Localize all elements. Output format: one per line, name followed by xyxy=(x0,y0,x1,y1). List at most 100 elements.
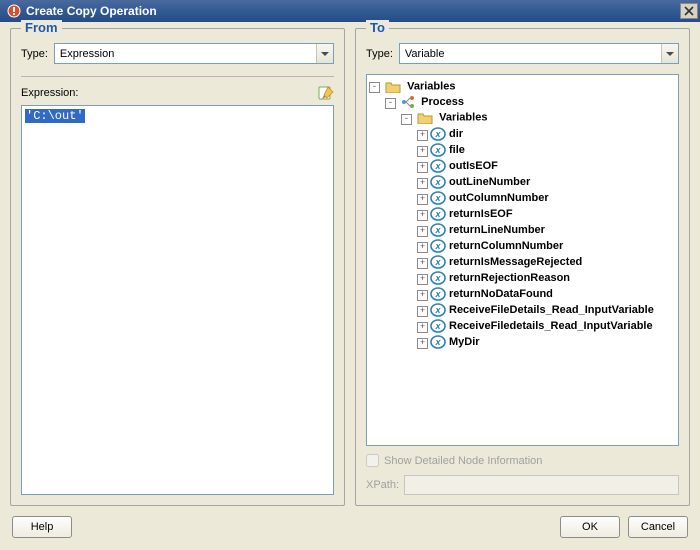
variable-icon: x xyxy=(430,303,446,317)
svg-text:x: x xyxy=(434,129,441,139)
tree-node-label: ReceiveFiledetails_Read_InputVariable xyxy=(449,320,653,332)
expand-icon[interactable]: + xyxy=(417,274,428,285)
tree-variable-item[interactable]: + xdir xyxy=(369,126,676,142)
tree-node-label: outLineNumber xyxy=(449,176,530,188)
variable-icon: x xyxy=(430,287,446,301)
tree-root[interactable]: - Variables xyxy=(369,79,676,94)
svg-text:x: x xyxy=(434,145,441,155)
tree-node-label: returnIsEOF xyxy=(449,208,513,220)
tree-node-label: outColumnNumber xyxy=(449,192,549,204)
tree-variable-item[interactable]: +xMyDir xyxy=(369,334,676,350)
variable-icon: x xyxy=(430,271,446,285)
variable-icon: x xyxy=(430,175,446,189)
expand-icon[interactable]: + xyxy=(417,194,428,205)
svg-text:x: x xyxy=(434,337,441,347)
variable-icon: x xyxy=(430,143,446,157)
from-panel: From Type: Expression Expression: 'C:\ou… xyxy=(10,28,345,506)
tree-node-label: Variables xyxy=(407,81,455,93)
tree-variable-item[interactable]: +xreturnColumnNumber xyxy=(369,238,676,254)
expand-icon[interactable]: + xyxy=(417,162,428,173)
svg-text:x: x xyxy=(434,209,441,219)
svg-text:x: x xyxy=(434,321,441,331)
variable-icon: x xyxy=(430,191,446,205)
edit-expression-button[interactable] xyxy=(318,85,334,101)
expand-icon[interactable]: + xyxy=(417,178,428,189)
xpath-label: XPath: xyxy=(366,479,399,491)
tree-variable-item[interactable]: + x returnNoDataFound xyxy=(369,286,676,302)
expand-icon[interactable]: + xyxy=(417,258,428,269)
to-legend: To xyxy=(366,20,389,35)
expand-icon[interactable]: + xyxy=(417,322,428,333)
svg-text:x: x xyxy=(434,225,441,235)
tree-node-label: outIsEOF xyxy=(449,160,498,172)
svg-text:x: x xyxy=(434,257,441,267)
expression-input[interactable]: 'C:\out' xyxy=(21,105,334,495)
svg-text:x: x xyxy=(434,273,441,283)
variable-icon: x xyxy=(430,255,446,269)
to-type-label: Type: xyxy=(366,48,393,60)
divider xyxy=(21,76,334,77)
variable-icon: x xyxy=(430,335,446,349)
tree-node-label: ReceiveFileDetails_Read_InputVariable xyxy=(449,304,654,316)
close-button[interactable] xyxy=(680,3,698,19)
expression-label: Expression: xyxy=(21,87,78,99)
tree-node-label: Process xyxy=(421,96,464,108)
help-button[interactable]: Help xyxy=(12,516,72,538)
to-type-value: Variable xyxy=(405,48,661,60)
window-title: Create Copy Operation xyxy=(26,4,680,18)
window-titlebar: Create Copy Operation xyxy=(0,0,700,22)
tree-variable-item[interactable]: + x ReceiveFileDetails_Read_InputVariable xyxy=(369,302,676,318)
svg-text:x: x xyxy=(434,305,441,315)
button-bar: Help OK Cancel xyxy=(0,510,700,548)
collapse-icon[interactable]: - xyxy=(401,114,412,125)
cancel-button[interactable]: Cancel xyxy=(628,516,688,538)
expand-icon[interactable]: + xyxy=(417,306,428,317)
tree-variable-item[interactable]: + x returnIsMessageRejected xyxy=(369,254,676,270)
tree-variables-folder[interactable]: - Variables xyxy=(369,110,676,125)
from-type-label: Type: xyxy=(21,48,48,60)
variable-icon: x xyxy=(430,239,446,253)
from-type-select[interactable]: Expression xyxy=(54,43,334,64)
tree-node-label: returnIsMessageRejected xyxy=(449,256,582,268)
from-type-value: Expression xyxy=(60,48,316,60)
from-legend: From xyxy=(21,20,62,35)
folder-icon xyxy=(417,111,433,124)
to-panel: To Type: Variable - Variables - Process xyxy=(355,28,690,506)
tree-variable-item[interactable]: + x outColumnNumber xyxy=(369,190,676,206)
tree-variable-item[interactable]: +xoutIsEOF xyxy=(369,158,676,174)
app-icon xyxy=(6,3,22,19)
folder-icon xyxy=(385,80,401,93)
tree-variable-item[interactable]: + x returnLineNumber xyxy=(369,222,676,238)
tree-variable-item[interactable]: + x outLineNumber xyxy=(369,174,676,190)
expand-icon[interactable]: + xyxy=(417,338,428,349)
tree-process[interactable]: - Process xyxy=(369,94,676,110)
collapse-icon[interactable]: - xyxy=(369,82,380,93)
expand-icon[interactable]: + xyxy=(417,146,428,157)
tree-variable-item[interactable]: + xfile xyxy=(369,142,676,158)
svg-text:x: x xyxy=(434,289,441,299)
show-detailed-label: Show Detailed Node Information xyxy=(384,455,542,467)
variable-tree[interactable]: - Variables - Process - Variables +xdir+… xyxy=(366,74,679,446)
tree-variable-item[interactable]: + x ReceiveFiledetails_Read_InputVariable xyxy=(369,318,676,334)
variable-icon: x xyxy=(430,159,446,173)
tree-node-label: returnLineNumber xyxy=(449,224,545,236)
tree-variable-item[interactable]: + x returnIsEOF xyxy=(369,206,676,222)
svg-text:x: x xyxy=(434,193,441,203)
expand-icon[interactable]: + xyxy=(417,210,428,221)
expand-icon[interactable]: + xyxy=(417,290,428,301)
expand-icon[interactable]: + xyxy=(417,130,428,141)
expand-icon[interactable]: + xyxy=(417,226,428,237)
ok-button[interactable]: OK xyxy=(560,516,620,538)
tree-variable-item[interactable]: +xreturnRejectionReason xyxy=(369,270,676,286)
svg-text:x: x xyxy=(434,241,441,251)
to-type-select[interactable]: Variable xyxy=(399,43,679,64)
tree-node-label: returnNoDataFound xyxy=(449,288,553,300)
tree-node-label: dir xyxy=(449,128,463,140)
tree-node-label: file xyxy=(449,144,465,156)
collapse-icon[interactable]: - xyxy=(385,98,396,109)
expand-icon[interactable]: + xyxy=(417,242,428,253)
svg-text:x: x xyxy=(434,177,441,187)
variable-icon: x xyxy=(430,207,446,221)
tree-node-label: Variables xyxy=(439,112,487,124)
process-icon xyxy=(401,95,415,109)
